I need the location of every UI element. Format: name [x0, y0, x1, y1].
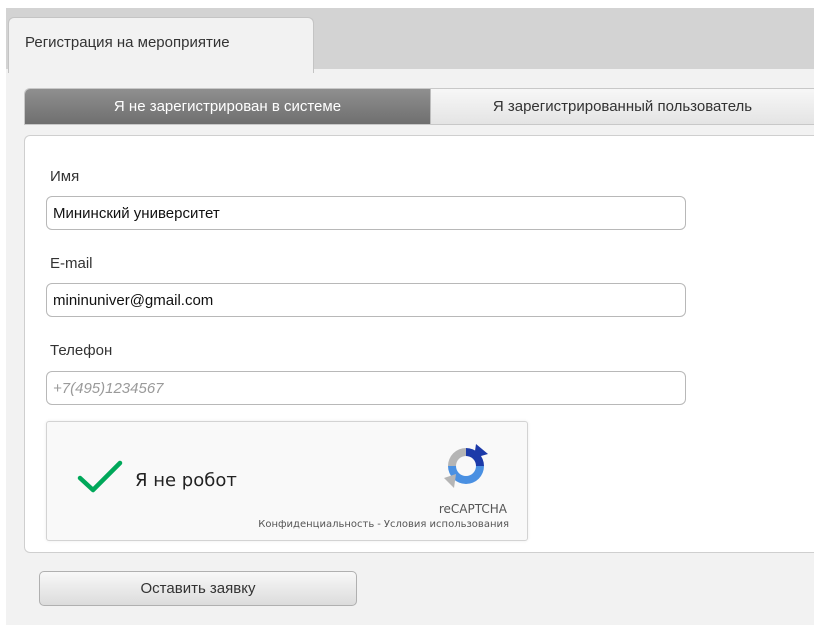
phone-label: Телефон	[50, 342, 113, 359]
privacy-link[interactable]: Конфиденциальность	[258, 519, 374, 530]
not-a-robot-label: Я не робот	[135, 470, 237, 491]
name-input[interactable]	[46, 196, 686, 230]
tab-label: Регистрация на мероприятие	[25, 34, 230, 51]
name-label: Имя	[50, 168, 80, 185]
registered-user-button[interactable]: Я зарегистрированный пользователь	[430, 89, 814, 124]
recaptcha-brand: reCAPTCHA	[438, 502, 507, 516]
checkmark-icon[interactable]	[77, 460, 123, 494]
registered-user-label: Я зарегистрированный пользователь	[492, 98, 753, 115]
recaptcha-links: Конфиденциальность - Условия использования	[258, 519, 509, 530]
registration-mode-toggle: Я не зарегистрирован в системе Я зарегис…	[24, 88, 814, 125]
event-registration-page: Регистрация на мероприятие Я не зарегист…	[6, 8, 814, 625]
tab-bar: Регистрация на мероприятие	[6, 8, 814, 73]
submit-application-button[interactable]: Оставить заявку	[39, 571, 357, 606]
phone-input[interactable]	[46, 371, 686, 405]
not-registered-button[interactable]: Я не зарегистрирован в системе	[25, 89, 430, 124]
recaptcha-logo-icon	[444, 444, 488, 488]
tab-event-registration[interactable]: Регистрация на мероприятие	[8, 17, 314, 73]
recaptcha-widget: Я не робот reCAPTCHA Конфиденциальность -…	[46, 421, 528, 541]
email-label: E-mail	[50, 255, 93, 272]
terms-link[interactable]: Условия использования	[384, 519, 509, 530]
not-registered-label: Я не зарегистрирован в системе	[113, 98, 342, 115]
links-separator: -	[377, 519, 381, 530]
email-input[interactable]	[46, 283, 686, 317]
registration-form: Имя E-mail Телефон Я не робот reCAPTCHA …	[24, 135, 814, 553]
